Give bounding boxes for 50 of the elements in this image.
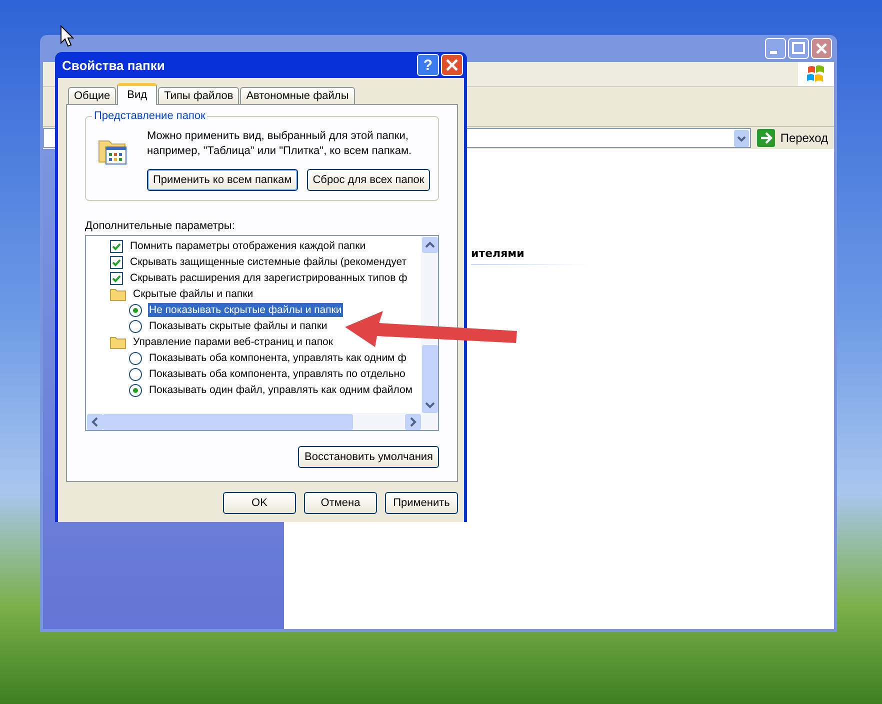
radio-button[interactable] — [129, 352, 142, 364]
option-label[interactable]: Показывать один файл, управлять как одним файлом — [148, 383, 414, 397]
scroll-up-icon[interactable] — [422, 237, 438, 253]
close-icon[interactable] — [811, 38, 832, 59]
horizontal-scrollbar[interactable] — [86, 413, 438, 430]
tab[interactable]: Общие — [68, 87, 116, 104]
option-label[interactable]: Скрытые файлы и папки — [132, 287, 254, 301]
option-label[interactable]: Показывать оба компонента, управлять как одним ф — [148, 351, 408, 365]
tab[interactable]: Вид — [117, 83, 158, 105]
radio-button[interactable] — [129, 368, 142, 380]
help-button[interactable]: ? — [417, 54, 439, 76]
pointer-cursor-icon — [60, 25, 74, 47]
dialog-button[interactable]: Отмена — [304, 492, 377, 514]
description-text: Можно применить вид, выбранный для этой папки, например, "Таблица" или "Плитка", ко всем папкам. — [147, 129, 413, 159]
apply-button[interactable]: Применить ко всем папкам — [147, 169, 298, 191]
option-label[interactable]: Скрывать защищенные системные файлы (рекомендует — [129, 255, 408, 269]
checkbox[interactable] — [110, 272, 123, 284]
checkbox[interactable] — [110, 240, 123, 252]
dialog-button[interactable]: Применить — [385, 492, 458, 514]
scroll-right-icon[interactable] — [405, 414, 421, 430]
close-icon[interactable] — [441, 54, 463, 76]
tab[interactable]: Типы файлов — [158, 87, 240, 104]
arrow-icon — [757, 129, 776, 147]
option-label[interactable]: Показывать оба компонента, управлять по отдельно — [148, 367, 406, 381]
tab[interactable]: Автономные файлы — [240, 87, 355, 104]
dropdown-icon[interactable] — [734, 130, 750, 146]
option-label[interactable]: Не показывать скрытые файлы и папки — [148, 303, 343, 317]
group-legend: Представление папок — [92, 110, 208, 122]
checkbox[interactable] — [110, 256, 123, 268]
radio-button[interactable] — [129, 384, 142, 396]
section-label: Дополнительные параметры: — [85, 220, 236, 232]
dialog-button[interactable]: OK — [223, 492, 296, 514]
scroll-thumb[interactable] — [422, 345, 438, 400]
radio-button[interactable] — [129, 320, 142, 332]
section-heading: ителями — [471, 247, 526, 260]
scroll-left-icon[interactable] — [87, 414, 103, 430]
option-label[interactable]: Управление парами веб-страниц и папок — [132, 335, 334, 349]
option-label[interactable]: Скрывать расширения для зарегистрированных типов ф — [129, 271, 408, 285]
go-button[interactable]: Переход — [757, 129, 834, 147]
apply-button[interactable]: Сброс для всех папок — [306, 169, 430, 191]
folder-icon — [110, 288, 126, 300]
window-title: Свойства папки — [61, 58, 166, 72]
scroll-thumb[interactable] — [103, 414, 353, 430]
folder-icon — [110, 336, 126, 348]
restore-defaults-button[interactable]: Восстановить умолчания — [298, 446, 439, 468]
option-label[interactable]: Помнить параметры отображения каждой папки — [129, 239, 367, 253]
radio-button[interactable] — [129, 304, 142, 316]
option-label[interactable]: Показывать скрытые файлы и папки — [148, 319, 328, 333]
vertical-scrollbar[interactable] — [421, 236, 438, 413]
windows-logo-icon — [798, 62, 834, 86]
